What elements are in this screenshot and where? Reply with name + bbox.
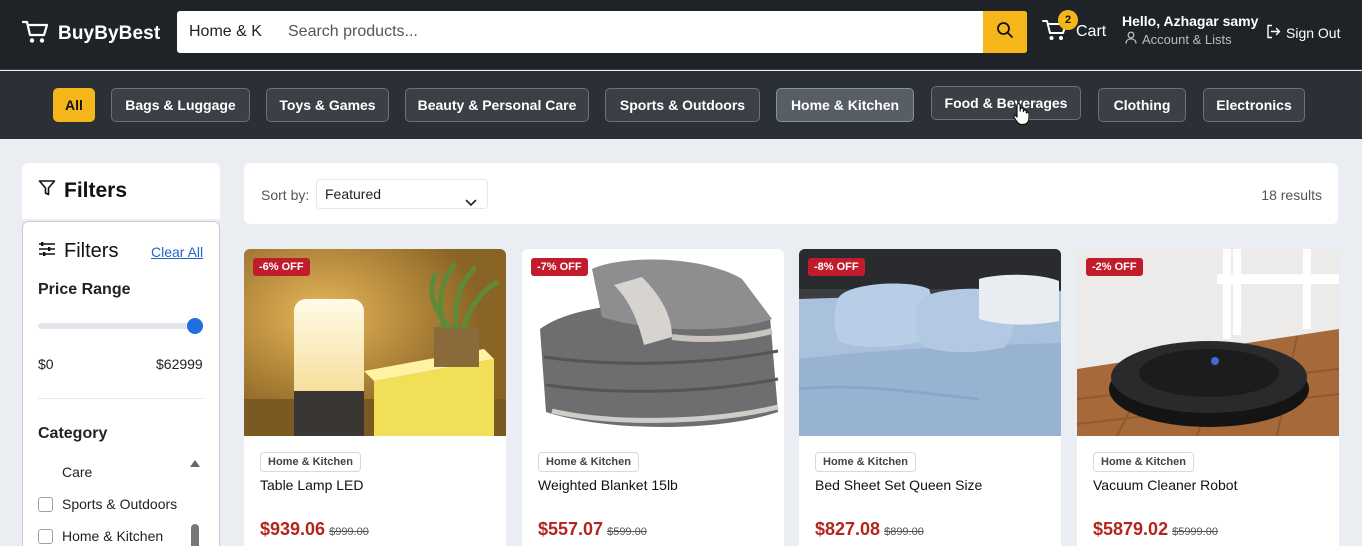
category-chip-bags-luggage[interactable]: Bags & Luggage: [111, 88, 250, 122]
category-chip-electronics[interactable]: Electronics: [1203, 88, 1305, 122]
scroll-up-arrow-icon[interactable]: [190, 460, 200, 467]
account-lists[interactable]: Account & Lists: [1122, 31, 1258, 47]
price-max-value: $62999: [156, 356, 203, 372]
sort-label: Sort by:: [261, 187, 310, 203]
category-chip-toys-games[interactable]: Toys & Games: [266, 88, 389, 122]
user-icon: [1125, 31, 1137, 47]
product-old-price: $899.00: [884, 526, 924, 538]
discount-badge: -8% OFF: [808, 258, 865, 276]
product-category-badge: Home & Kitchen: [538, 452, 639, 472]
product-card[interactable]: -2% OFF Home & Kitchen Vacuum Cleaner Ro…: [1077, 249, 1339, 546]
results-count: 18 results: [1261, 187, 1322, 203]
product-image-vacuum-robot[interactable]: -2% OFF: [1077, 249, 1339, 436]
category-chip-sports-outdoors[interactable]: Sports & Outdoors: [605, 88, 760, 122]
chevron-down-icon: [465, 189, 477, 217]
category-bar: All Bags & Luggage Toys & Games Beauty &…: [0, 71, 1362, 139]
cart-button[interactable]: 2 Cart: [1042, 10, 1107, 52]
filters-panel-title: Filters: [64, 240, 119, 262]
category-chip-all[interactable]: All: [53, 88, 95, 122]
category-filter-item[interactable]: Sports & Outdoors: [38, 496, 177, 512]
scrollbar-thumb[interactable]: [191, 524, 199, 546]
account-menu[interactable]: Hello, Azhagar samy Account & Lists: [1122, 13, 1258, 47]
product-category-badge: Home & Kitchen: [1093, 452, 1194, 472]
sort-selected-value: Featured: [325, 186, 382, 202]
price-slider-thumb[interactable]: [187, 318, 203, 334]
product-old-price: $599.00: [607, 526, 647, 538]
top-header: BuyByBest Home & K 2 Cart Hello, Azhagar…: [0, 0, 1362, 70]
price-min-value: $0: [38, 356, 54, 372]
product-image-weighted-blanket[interactable]: -7% OFF: [522, 249, 784, 436]
product-card[interactable]: -8% OFF Home & Kitchen Bed Sheet Set Que…: [799, 249, 1061, 546]
category-filter-title: Category: [38, 425, 108, 442]
filters-header-title: Filters: [64, 179, 128, 202]
sort-select[interactable]: Featured: [316, 179, 488, 209]
search-bar: Home & K: [177, 11, 1027, 53]
filters-panel: Filters Clear All Price Range $0 $62999 …: [22, 221, 220, 546]
product-name[interactable]: Vacuum Cleaner Robot: [1093, 477, 1237, 493]
category-filter-item[interactable]: [38, 454, 53, 462]
cart-label: Cart: [1076, 23, 1107, 40]
category-chip-food-beverages[interactable]: Food & Beverages: [931, 86, 1081, 120]
product-card[interactable]: -6% OFF Home & Kitchen Table Lamp LED $9…: [244, 249, 506, 546]
search-input[interactable]: [277, 11, 977, 53]
clear-all-link[interactable]: Clear All: [151, 244, 203, 260]
checkbox[interactable]: [38, 528, 53, 544]
sort-bar: Sort by: Featured 18 results: [244, 163, 1338, 224]
discount-badge: -6% OFF: [253, 258, 310, 276]
category-chip-beauty-personal-care[interactable]: Beauty & Personal Care: [405, 88, 589, 122]
category-filter-item[interactable]: Home & Kitchen: [38, 528, 163, 544]
product-current-price: $557.07: [538, 519, 604, 539]
sign-out-label: Sign Out: [1286, 25, 1341, 41]
discount-badge: -2% OFF: [1086, 258, 1143, 276]
product-old-price: $999.00: [329, 526, 369, 538]
search-button[interactable]: [983, 11, 1027, 53]
category-filter-label: Sports & Outdoors: [62, 496, 178, 512]
product-image-bed-sheet-set[interactable]: -8% OFF: [799, 249, 1061, 436]
greeting: Hello, Azhagar samy: [1122, 13, 1259, 29]
cart-logo-icon: [21, 19, 50, 50]
search-category-select[interactable]: Home & K: [177, 11, 273, 53]
product-name[interactable]: Weighted Blanket 15lb: [538, 477, 678, 493]
product-price: $557.07 $599.00: [538, 519, 647, 540]
product-category-badge: Home & Kitchen: [260, 452, 361, 472]
category-chip-clothing[interactable]: Clothing: [1098, 88, 1186, 122]
search-icon: [996, 21, 1014, 44]
funnel-icon: [38, 179, 56, 203]
category-filter-list: Care Sports & Outdoors Home & Kitchen: [38, 454, 188, 546]
logo-text: BuyByBest: [58, 23, 161, 44]
price-slider-track[interactable]: [38, 323, 198, 329]
hand-cursor-icon: [1013, 102, 1030, 131]
product-name[interactable]: Bed Sheet Set Queen Size: [815, 477, 982, 493]
product-current-price: $939.06: [260, 519, 326, 539]
sliders-icon: [38, 240, 56, 263]
product-card[interactable]: -7% OFF Home & Kitchen Weighted Blanket …: [522, 249, 784, 546]
product-old-price: $5999.00: [1172, 526, 1218, 538]
price-range-title: Price Range: [38, 281, 131, 298]
filters-header: Filters: [22, 163, 220, 219]
category-filter-label: Home & Kitchen: [62, 528, 164, 544]
cart-count-badge: 2: [1058, 10, 1078, 30]
category-filter-item[interactable]: Care: [38, 464, 92, 480]
product-price: $827.08 $899.00: [815, 519, 924, 540]
product-category-badge: Home & Kitchen: [815, 452, 916, 472]
product-price: $939.06 $999.00: [260, 519, 369, 540]
product-name[interactable]: Table Lamp LED: [260, 477, 364, 493]
account-lists-label: Account & Lists: [1142, 31, 1232, 47]
product-current-price: $827.08: [815, 519, 881, 539]
product-current-price: $5879.02: [1093, 519, 1169, 539]
divider: [38, 398, 203, 399]
category-filter-label: Care: [62, 464, 93, 480]
category-chip-home-kitchen[interactable]: Home & Kitchen: [776, 88, 914, 122]
sign-out-button[interactable]: Sign Out: [1266, 24, 1340, 42]
discount-badge: -7% OFF: [531, 258, 588, 276]
checkbox[interactable]: [38, 464, 53, 480]
logo[interactable]: BuyByBest: [21, 18, 161, 50]
sign-out-icon: [1266, 24, 1281, 42]
product-price: $5879.02 $5999.00: [1093, 519, 1218, 540]
checkbox[interactable]: [38, 496, 53, 512]
product-image-table-lamp[interactable]: -6% OFF: [244, 249, 506, 436]
